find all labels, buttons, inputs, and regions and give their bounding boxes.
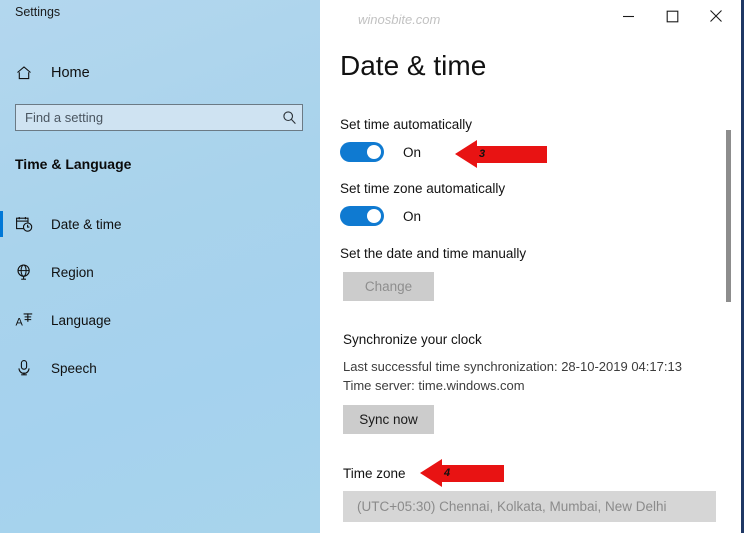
time-zone-value: (UTC+05:30) Chennai, Kolkata, Mumbai, Ne… <box>357 499 667 514</box>
scrollbar-thumb[interactable] <box>726 130 731 302</box>
set-timezone-automatically-state: On <box>403 208 422 224</box>
search-box[interactable] <box>15 104 303 131</box>
toggle-switch[interactable] <box>340 206 384 226</box>
sync-now-button[interactable]: Sync now <box>343 405 434 434</box>
calendar-clock-icon <box>15 213 41 235</box>
toggle-knob <box>367 209 381 223</box>
minimize-icon[interactable] <box>606 1 650 31</box>
main-content: winosbite.com Date & time Set time autom… <box>320 0 741 533</box>
sidebar-item-region-label: Region <box>51 264 94 280</box>
sidebar-item-date-and-time[interactable]: Date & time <box>0 206 320 242</box>
arrow-head <box>455 140 477 168</box>
language-icon: A <box>15 309 41 331</box>
arrow-head <box>420 459 442 487</box>
time-zone-label: Time zone <box>343 466 406 481</box>
set-time-automatically-toggle[interactable]: On <box>340 142 421 162</box>
globe-icon <box>15 261 41 283</box>
annotation-number: 4 <box>444 467 451 479</box>
sidebar-item-speech-label: Speech <box>51 360 97 376</box>
sidebar-item-home-label: Home <box>51 65 90 81</box>
synchronize-heading: Synchronize your clock <box>343 332 482 347</box>
sidebar-item-language-label: Language <box>51 312 112 328</box>
set-timezone-automatically-label: Set time zone automatically <box>340 181 506 196</box>
last-sync-text: Last successful time synchronization: 28… <box>343 359 682 374</box>
set-time-automatically-state: On <box>403 144 422 160</box>
set-time-automatically-label: Set time automatically <box>340 117 473 132</box>
window-controls <box>606 0 738 32</box>
sidebar-item-date-and-time-label: Date & time <box>51 216 122 232</box>
app-title: Settings <box>15 5 61 19</box>
watermark: winosbite.com <box>358 12 441 27</box>
toggle-knob <box>367 145 381 159</box>
time-zone-select[interactable]: (UTC+05:30) Chennai, Kolkata, Mumbai, Ne… <box>343 491 716 522</box>
home-icon <box>15 62 41 84</box>
annotation-number: 3 <box>479 148 486 160</box>
annotation-arrow-4: 4 <box>420 459 504 487</box>
scrollbar[interactable] <box>724 0 738 533</box>
sidebar: Settings Home Time & Language <box>0 0 320 533</box>
change-button[interactable]: Change <box>343 272 434 301</box>
set-date-time-manually-label: Set the date and time manually <box>340 246 527 261</box>
search-icon[interactable] <box>276 110 302 125</box>
svg-text:A: A <box>16 317 24 329</box>
arrow-tail: 3 <box>477 145 547 163</box>
maximize-icon[interactable] <box>650 1 694 31</box>
page-title: Date & time <box>340 50 487 81</box>
sidebar-section-heading: Time & Language <box>15 156 132 172</box>
selected-indicator <box>0 211 3 237</box>
arrow-tail: 4 <box>442 464 504 482</box>
microphone-icon <box>15 357 41 379</box>
sidebar-item-language[interactable]: A Language <box>0 302 320 338</box>
sidebar-item-home[interactable]: Home <box>0 55 320 91</box>
set-timezone-automatically-toggle[interactable]: On <box>340 206 421 226</box>
time-server-text: Time server: time.windows.com <box>343 378 525 393</box>
settings-window: Settings Home Time & Language <box>0 0 744 533</box>
annotation-arrow-3: 3 <box>455 140 547 168</box>
search-input[interactable] <box>16 110 276 125</box>
sidebar-item-speech[interactable]: Speech <box>0 350 320 386</box>
toggle-switch[interactable] <box>340 142 384 162</box>
sidebar-item-region[interactable]: Region <box>0 254 320 290</box>
